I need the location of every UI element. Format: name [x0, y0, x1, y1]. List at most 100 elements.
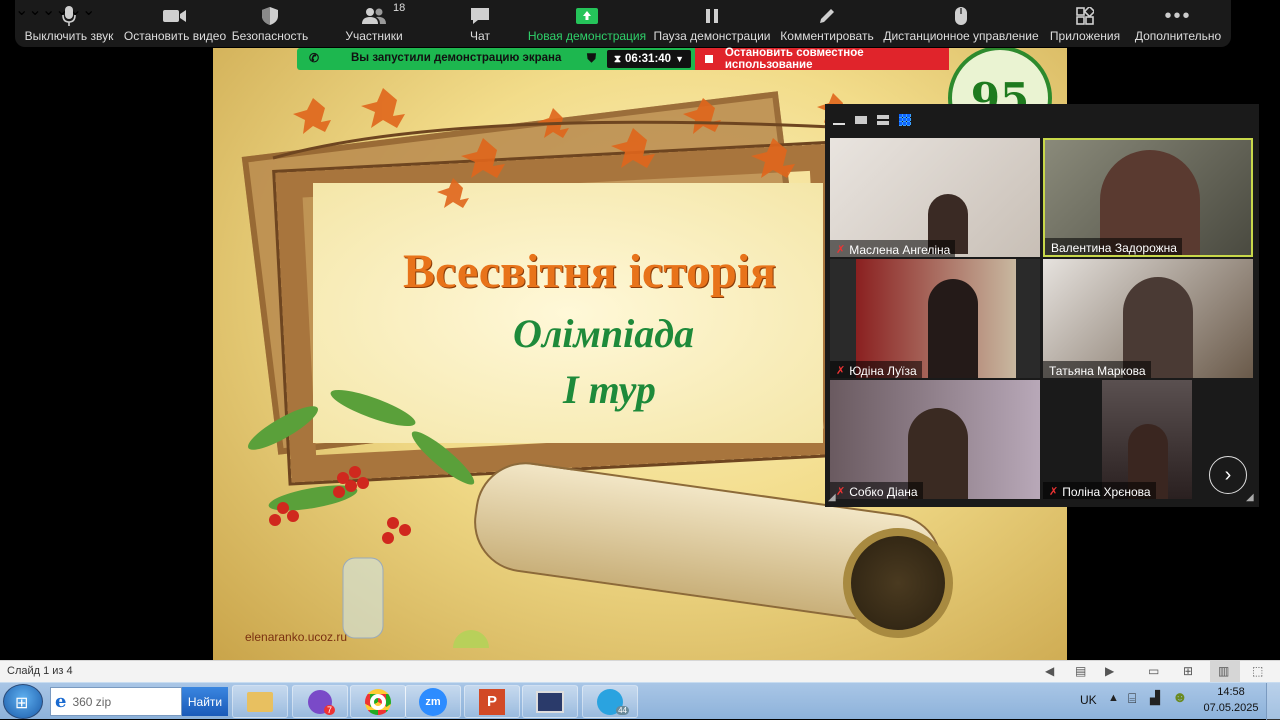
- taskbar-explorer[interactable]: [232, 685, 288, 718]
- next-page-button[interactable]: ›: [1209, 456, 1247, 494]
- show-desktop-button[interactable]: [1266, 683, 1280, 720]
- participant-name: Поліна Хрєнова: [1062, 484, 1151, 499]
- apps-icon: [1076, 4, 1094, 28]
- next-slide-icon[interactable]: ▶: [1105, 664, 1114, 678]
- taskbar-presenter[interactable]: [522, 685, 578, 718]
- taskbar-chrome[interactable]: [350, 685, 406, 718]
- remote-control-button[interactable]: Дистанционное управление: [883, 4, 1039, 46]
- autumn-leaves: [272, 88, 854, 208]
- video-tile[interactable]: ✗ Маслена Ангеліна: [830, 138, 1040, 257]
- chat-label: Чат: [470, 29, 490, 43]
- mouse-icon: [954, 4, 968, 28]
- pause-share-label: Пауза демонстрации: [653, 29, 771, 43]
- clock-date[interactable]: 07.05.2025: [1200, 702, 1262, 714]
- video-tile[interactable]: Татьяна Маркова: [1043, 259, 1253, 378]
- pause-share-button[interactable]: Пауза демонстрации: [653, 4, 771, 46]
- stop-sharing-label: Остановить совместное использование: [724, 47, 864, 71]
- signal-icon[interactable]: ▟: [1150, 690, 1160, 706]
- pause-icon: [704, 4, 720, 28]
- single-view-icon[interactable]: [855, 116, 867, 124]
- share-screen-icon: [576, 4, 598, 28]
- participant-name-tag: ✗ Собко Діана: [830, 482, 923, 499]
- annotate-button[interactable]: Комментировать: [780, 4, 874, 46]
- resize-handle-icon[interactable]: ◢: [828, 492, 836, 503]
- pencil-icon: [818, 4, 836, 28]
- search-input[interactable]: e 360 zip: [50, 687, 182, 716]
- mute-label: Выключить звук: [24, 29, 114, 43]
- network-icon[interactable]: ⌸: [1128, 690, 1136, 707]
- video-camera-icon: [163, 4, 187, 28]
- chrome-icon: [365, 688, 391, 715]
- shield-icon: [261, 4, 279, 28]
- microphone-icon: [62, 4, 76, 28]
- tray-arrow-icon[interactable]: ▲: [1108, 692, 1119, 704]
- participants-label: Участники: [345, 29, 403, 43]
- ellipsis-icon: •••: [1164, 4, 1192, 27]
- minimize-icon[interactable]: [833, 123, 845, 125]
- chat-button[interactable]: Чат: [455, 4, 505, 46]
- slide-round: І тур: [563, 367, 656, 412]
- stop-video-button[interactable]: Остановить видео: [124, 4, 226, 46]
- participants-count: 18: [393, 2, 406, 14]
- telegram-badge: 44: [616, 706, 629, 715]
- book-icon: ▥: [1218, 664, 1230, 678]
- ink-well: [843, 528, 953, 638]
- slideshow-icon[interactable]: ⬚: [1252, 664, 1263, 678]
- apps-button[interactable]: Приложения: [1049, 4, 1121, 46]
- shield-check-icon: ⛊: [587, 51, 597, 65]
- taskbar-zoom[interactable]: zm: [405, 685, 461, 718]
- new-share-button[interactable]: Новая демонстрация: [528, 4, 646, 46]
- security-button[interactable]: Безопасность: [231, 4, 309, 46]
- video-tile[interactable]: ✗ Собко Діана: [830, 380, 1040, 499]
- participant-name-tag: Валентина Задорожна: [1045, 238, 1182, 255]
- normal-view-icon[interactable]: ▭: [1148, 664, 1159, 678]
- language-indicator[interactable]: UK: [1080, 693, 1097, 707]
- participant-name-tag: ✗ Поліна Хрєнова: [1043, 482, 1156, 499]
- clock-time[interactable]: 14:58: [1206, 686, 1256, 698]
- security-label: Безопасность: [231, 29, 309, 43]
- taskbar-viber[interactable]: 7: [292, 685, 348, 718]
- search-value: 360 zip: [72, 694, 112, 709]
- slide-subtitle: Олімпіада: [513, 311, 695, 356]
- powerpoint-icon: P: [479, 688, 505, 715]
- rowan-bouquet: [248, 389, 489, 648]
- share-timer[interactable]: ⧗ 06:31:40 ▼: [607, 50, 691, 68]
- participants-icon: 18: [361, 2, 405, 28]
- participant-figure: [928, 279, 978, 378]
- slide-sorter-icon[interactable]: ⊞: [1183, 664, 1193, 678]
- video-tile-active-speaker[interactable]: Валентина Задорожна: [1043, 138, 1253, 257]
- tray-app-icon[interactable]: ☻: [1172, 689, 1188, 706]
- participant-name: Маслена Ангеліна: [849, 242, 951, 257]
- hourglass-icon: ⧗: [614, 53, 622, 65]
- slide-menu-icon[interactable]: ▤: [1075, 664, 1086, 678]
- participant-name-tag: ✗ Маслена Ангеліна: [830, 240, 956, 257]
- viber-badge: 7: [323, 705, 335, 715]
- sharing-banner: ✆ Вы запустили демонстрацию экрана ⛊ ⧗ 0…: [297, 48, 695, 70]
- taskbar-powerpoint[interactable]: P: [464, 685, 520, 718]
- strip-view-icon[interactable]: [877, 115, 889, 125]
- gallery-view-controls: [833, 112, 911, 128]
- participant-name-tag: ✗ Юдіна Луїза: [830, 361, 922, 378]
- more-button[interactable]: ••• Дополнительно: [1133, 4, 1223, 46]
- participants-button[interactable]: 18 Участники: [335, 2, 413, 46]
- search-button[interactable]: Найти: [182, 687, 228, 716]
- zoom-meeting-toolbar: Выключить звук ⌄ Остановить видео ⌄ Безо…: [15, 0, 1231, 47]
- stop-square-icon: [705, 55, 713, 63]
- mute-button[interactable]: Выключить звук: [25, 4, 113, 46]
- video-tile[interactable]: ✗ Юдіна Луїза: [830, 259, 1040, 378]
- resize-handle-icon[interactable]: ◢: [1246, 492, 1254, 503]
- mic-muted-icon: ✗: [836, 486, 846, 498]
- phone-icon: ✆: [309, 51, 320, 65]
- windows-taskbar: ⊞ e 360 zip Найти 7 zm P 44 UK ▲ ⌸ ▟ ☻ 1…: [0, 682, 1280, 720]
- folder-icon: [247, 691, 273, 712]
- participant-name: Валентина Задорожна: [1051, 240, 1177, 255]
- taskbar-telegram[interactable]: 44: [582, 685, 638, 718]
- mic-muted-icon: ✗: [836, 365, 846, 377]
- participant-name: Татьяна Маркова: [1049, 363, 1146, 378]
- start-button[interactable]: ⊞: [3, 684, 43, 719]
- stop-sharing-button[interactable]: Остановить совместное использование: [695, 47, 949, 71]
- slide-credit: elenaranko.ucoz.ru: [245, 630, 348, 644]
- gallery-view-icon[interactable]: [899, 114, 911, 126]
- ie-icon: e: [55, 691, 67, 712]
- previous-slide-icon[interactable]: ◀: [1045, 664, 1054, 678]
